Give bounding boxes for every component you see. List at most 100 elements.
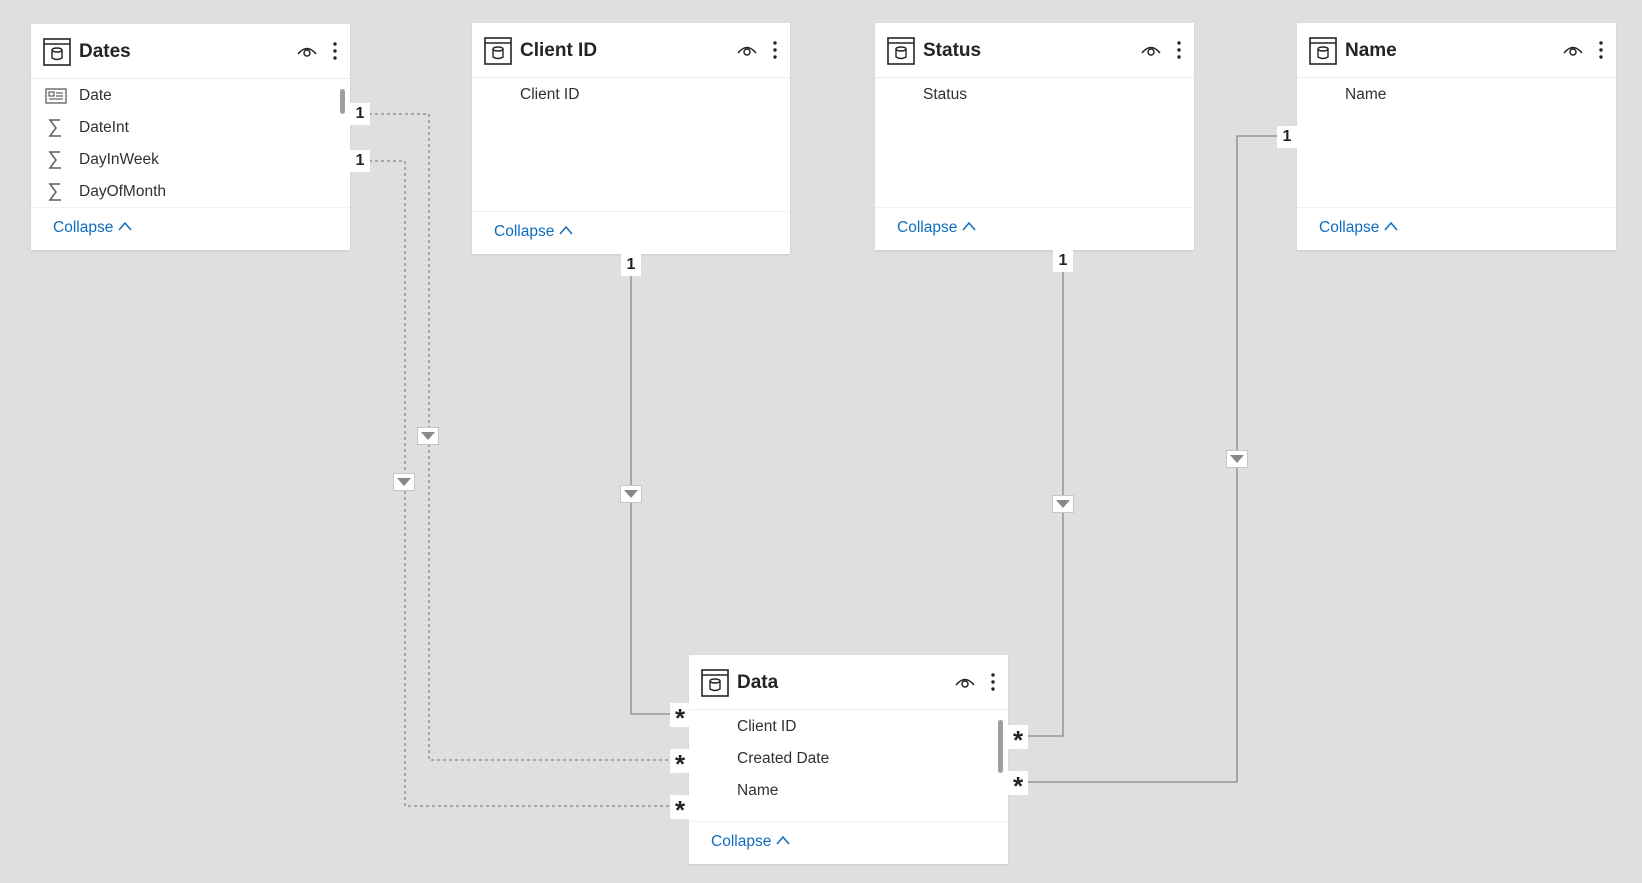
field-label: Name: [1345, 86, 1387, 103]
collapse-label: Collapse: [53, 219, 114, 236]
eye-icon[interactable]: [296, 42, 318, 60]
table-header[interactable]: Dates: [31, 24, 350, 79]
scrollbar[interactable]: [340, 89, 345, 114]
more-options-icon[interactable]: [1172, 39, 1186, 61]
collapse-label: Collapse: [897, 219, 958, 236]
more-options-icon[interactable]: [328, 40, 342, 62]
eye-icon[interactable]: [736, 41, 758, 59]
eye-icon[interactable]: [1140, 41, 1162, 59]
cardinality-one-label: 1: [350, 150, 370, 172]
cardinality-many-label: *: [1008, 725, 1028, 749]
table-footer: Collapse: [472, 211, 790, 254]
collapse-link[interactable]: Collapse: [1319, 219, 1398, 237]
table-icon: [43, 38, 71, 66]
chevron-up-icon: [118, 221, 132, 231]
field-row[interactable]: Status: [875, 79, 1194, 111]
calendar-field-icon: [45, 88, 67, 104]
collapse-label: Collapse: [1319, 219, 1380, 236]
caret-down-icon: [421, 432, 435, 440]
more-options-icon[interactable]: [986, 671, 1000, 693]
table-card-client-id[interactable]: Client ID Client ID Collapse: [472, 23, 790, 254]
field-label: Client ID: [737, 718, 797, 735]
scrollbar[interactable]: [998, 720, 1003, 773]
collapse-link[interactable]: Collapse: [53, 219, 132, 237]
field-label: Name: [737, 782, 779, 799]
table-footer: Collapse: [31, 207, 350, 250]
cardinality-many-label: *: [670, 795, 690, 819]
table-icon: [701, 669, 729, 697]
field-label: Created Date: [737, 750, 830, 767]
table-title: Name: [1345, 40, 1397, 61]
field-row[interactable]: Date: [31, 80, 350, 112]
eye-icon[interactable]: [954, 673, 976, 691]
field-row[interactable]: DayOfMonth: [31, 176, 350, 208]
table-icon: [484, 37, 512, 65]
field-list[interactable]: Name: [1297, 79, 1616, 205]
caret-down-icon: [1230, 455, 1244, 463]
table-header[interactable]: Status: [875, 23, 1194, 78]
field-label: DayOfMonth: [79, 183, 167, 200]
field-list[interactable]: Date DateInt DayInWeek DayOfMonth: [31, 80, 350, 208]
cardinality-one-label: 1: [621, 254, 641, 276]
cardinality-many-label: *: [670, 749, 690, 773]
table-title: Client ID: [520, 40, 598, 61]
table-card-data[interactable]: Data Client ID Created Date Name Collaps…: [689, 655, 1008, 864]
field-row[interactable]: Client ID: [472, 79, 790, 111]
filter-direction-arrow[interactable]: [417, 427, 439, 445]
sigma-icon: [48, 183, 61, 201]
field-list[interactable]: Client ID Created Date Name: [689, 711, 1008, 819]
table-icon: [887, 37, 915, 65]
chevron-up-icon: [776, 835, 790, 845]
table-title: Dates: [79, 41, 131, 62]
caret-down-icon: [624, 490, 638, 498]
table-card-dates[interactable]: Dates Date DateInt DayInWeek DayOfMonth: [31, 24, 350, 250]
table-header[interactable]: Data: [689, 655, 1008, 710]
table-header[interactable]: Name: [1297, 23, 1616, 78]
field-label: DateInt: [79, 119, 129, 136]
filter-direction-arrow[interactable]: [1052, 495, 1074, 513]
filter-direction-arrow[interactable]: [393, 473, 415, 491]
collapse-link[interactable]: Collapse: [494, 223, 573, 241]
table-icon: [1309, 37, 1337, 65]
field-row[interactable]: DateInt: [31, 112, 350, 144]
field-row[interactable]: Client ID: [689, 711, 1008, 743]
field-list[interactable]: Status: [875, 79, 1194, 205]
field-label: Client ID: [520, 86, 580, 103]
field-label: DayInWeek: [79, 151, 159, 168]
field-row[interactable]: Name: [689, 775, 1008, 807]
field-row[interactable]: Name: [1297, 79, 1616, 111]
chevron-up-icon: [1384, 221, 1398, 231]
caret-down-icon: [1056, 500, 1070, 508]
collapse-label: Collapse: [494, 223, 555, 240]
sigma-icon: [48, 119, 61, 137]
cardinality-one-label: 1: [1053, 250, 1073, 272]
table-footer: Collapse: [689, 821, 1008, 864]
table-footer: Collapse: [875, 207, 1194, 250]
caret-down-icon: [397, 478, 411, 486]
cardinality-one-label: 1: [350, 103, 370, 125]
filter-direction-arrow[interactable]: [1226, 450, 1248, 468]
model-canvas[interactable]: Dates Date DateInt DayInWeek DayOfMonth: [0, 0, 1642, 883]
field-row[interactable]: DayInWeek: [31, 144, 350, 176]
table-title: Status: [923, 40, 982, 61]
table-title: Data: [737, 672, 779, 693]
table-card-status[interactable]: Status Status Collapse: [875, 23, 1194, 250]
table-footer: Collapse: [1297, 207, 1616, 250]
collapse-link[interactable]: Collapse: [897, 219, 976, 237]
eye-icon[interactable]: [1562, 41, 1584, 59]
field-label: Date: [79, 87, 112, 104]
field-row[interactable]: Created Date: [689, 743, 1008, 775]
chevron-up-icon: [962, 221, 976, 231]
filter-direction-arrow[interactable]: [620, 485, 642, 503]
table-card-name[interactable]: Name Name Collapse: [1297, 23, 1616, 250]
field-label: Status: [923, 86, 967, 103]
field-list[interactable]: Client ID: [472, 79, 790, 209]
chevron-up-icon: [559, 225, 573, 235]
collapse-label: Collapse: [711, 833, 772, 850]
sigma-icon: [48, 151, 61, 169]
cardinality-many-label: *: [1008, 771, 1028, 795]
collapse-link[interactable]: Collapse: [711, 833, 790, 851]
more-options-icon[interactable]: [768, 39, 782, 61]
table-header[interactable]: Client ID: [472, 23, 790, 78]
more-options-icon[interactable]: [1594, 39, 1608, 61]
